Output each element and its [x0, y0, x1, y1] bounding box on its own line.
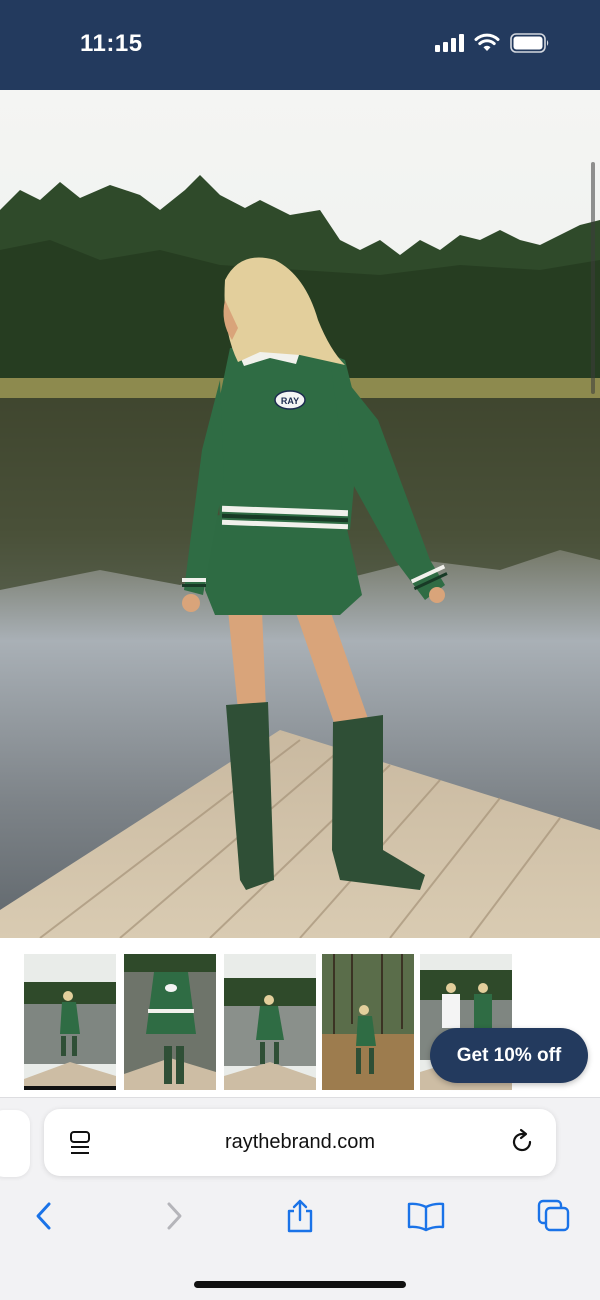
- forward-icon: [167, 1202, 182, 1230]
- thumbnail-1[interactable]: [24, 954, 116, 1090]
- thumbnail-4[interactable]: [322, 954, 414, 1090]
- product-main-image[interactable]: RAY: [0, 90, 600, 938]
- home-indicator[interactable]: [194, 1281, 406, 1288]
- url-text: raythebrand.com: [224, 1131, 376, 1153]
- status-time: 11:15: [80, 30, 143, 57]
- reload-icon[interactable]: [508, 1128, 536, 1156]
- browser-chrome: raythebrand.com: [0, 1097, 600, 1300]
- tabs-icon: [537, 1199, 570, 1232]
- back-icon: [36, 1202, 51, 1230]
- browser-toolbar: [0, 1196, 600, 1236]
- tabs-button[interactable]: [534, 1196, 574, 1236]
- bookmarks-button[interactable]: [406, 1196, 446, 1236]
- share-button[interactable]: [280, 1196, 320, 1236]
- discount-button[interactable]: Get 10% off: [430, 1028, 588, 1083]
- previous-tab[interactable]: [0, 1110, 30, 1177]
- battery-icon: [510, 33, 549, 53]
- thumbnail-2[interactable]: [124, 954, 216, 1090]
- wifi-icon: [474, 33, 500, 51]
- back-button[interactable]: [24, 1196, 64, 1236]
- scroll-indicator[interactable]: [591, 162, 595, 394]
- product-photo: RAY: [0, 90, 600, 938]
- forward-button[interactable]: [154, 1196, 194, 1236]
- address-bar[interactable]: raythebrand.com: [44, 1109, 556, 1176]
- status-icons: [435, 33, 550, 53]
- share-icon: [287, 1199, 313, 1233]
- status-bar: 11:15: [0, 0, 600, 90]
- bookmarks-icon: [407, 1202, 445, 1232]
- signal-icon: [435, 34, 464, 52]
- thumbnail-3[interactable]: [224, 954, 316, 1090]
- svg-text:RAY: RAY: [281, 396, 299, 406]
